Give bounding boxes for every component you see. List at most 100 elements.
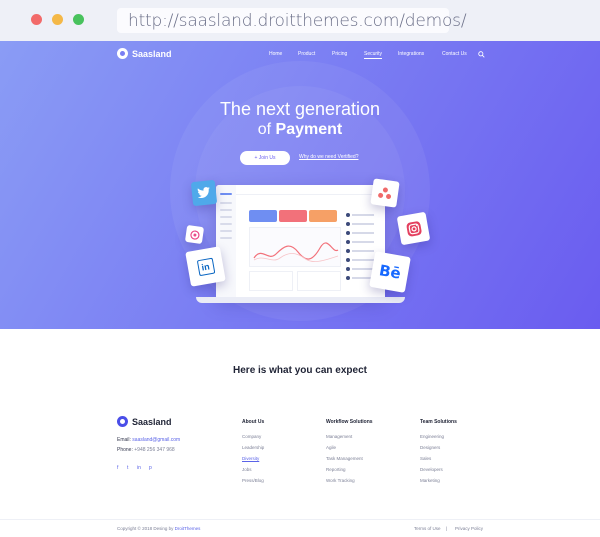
why-link[interactable]: Why do we need Vertified? bbox=[299, 154, 358, 160]
asana-icon bbox=[370, 178, 400, 208]
avatar bbox=[346, 267, 350, 271]
mockup-sidebar-line bbox=[220, 193, 232, 195]
mockup-sidebar-line bbox=[220, 223, 232, 225]
phone-label: Phone: bbox=[117, 447, 133, 453]
footer-logo-icon bbox=[117, 416, 128, 427]
browser-chrome: http://saasland.droitthemes.com/demos/ bbox=[0, 0, 600, 41]
behance-glyph: Bē bbox=[377, 261, 403, 283]
mockup-list-row bbox=[346, 231, 381, 236]
mockup-sidebar-line bbox=[220, 202, 232, 204]
maximize-window-dot[interactable] bbox=[73, 14, 84, 25]
mockup-stat-card bbox=[279, 210, 307, 222]
copyright-prefix: Copyright © 2018 Desing by bbox=[117, 526, 174, 531]
mockup-stat-card bbox=[249, 210, 277, 222]
copyright-brand-link[interactable]: DroitThemes bbox=[175, 526, 201, 531]
avatar bbox=[346, 222, 350, 226]
footer-col-team-title: Team Solutions bbox=[420, 419, 457, 425]
footer-col-about-title: About Us bbox=[242, 419, 265, 425]
pinterest-icon[interactable]: p bbox=[149, 465, 152, 471]
twitter-footer-icon[interactable]: t bbox=[127, 465, 128, 471]
mockup-mini-panel bbox=[297, 271, 341, 291]
legal-separator: | bbox=[446, 526, 448, 531]
phone-value: +948 256 347 968 bbox=[134, 447, 175, 453]
mockup-list-line bbox=[352, 214, 374, 216]
main-nav: Home Product Pricing Security Integratio… bbox=[0, 51, 600, 61]
avatar bbox=[346, 240, 350, 244]
linkedin-glyph: in bbox=[196, 257, 215, 276]
footer-link-company[interactable]: Company bbox=[242, 434, 261, 439]
mockup-list-row bbox=[346, 240, 381, 245]
footer-link-agile[interactable]: Agile bbox=[326, 445, 336, 450]
footer-brand-name: Saasland bbox=[132, 416, 172, 427]
footer-link-designers[interactable]: Designers bbox=[420, 445, 440, 450]
mockup-chart-graphic bbox=[253, 242, 339, 262]
hero-title-prefix: of bbox=[257, 121, 272, 138]
mockup-sidebar-line bbox=[220, 230, 232, 232]
mockup-sidebar-line bbox=[220, 237, 232, 239]
privacy-link[interactable]: Privacy Policy bbox=[455, 526, 483, 531]
facebook-icon[interactable]: f bbox=[117, 465, 118, 471]
footer-email: Email: saasland@gmail.com bbox=[117, 437, 180, 443]
email-label: Email: bbox=[117, 437, 131, 443]
nav-home[interactable]: Home bbox=[269, 51, 282, 57]
nav-security[interactable]: Security bbox=[364, 51, 383, 59]
footer-link-leadership[interactable]: Leadership bbox=[242, 445, 264, 450]
footer-link-diversity[interactable]: Diversity bbox=[242, 456, 259, 461]
hero-title-line1: The next generation bbox=[219, 99, 381, 119]
close-window-dot[interactable] bbox=[31, 14, 42, 25]
footer-link-jobs[interactable]: Jobs bbox=[242, 467, 252, 472]
dashboard-mockup bbox=[216, 185, 385, 297]
nav-pricing[interactable]: Pricing bbox=[332, 51, 347, 57]
mockup-list-line bbox=[352, 259, 374, 261]
nav-integrations[interactable]: Integrations bbox=[398, 51, 424, 57]
behance-icon: Bē bbox=[369, 251, 411, 293]
mockup-list-row bbox=[346, 213, 381, 218]
url-text: http://saasland.droitthemes.com/demos/ bbox=[128, 11, 467, 31]
footer-link-marketing[interactable]: Marketing bbox=[420, 478, 440, 483]
footer-link-press-blog[interactable]: Press/Blog bbox=[242, 478, 264, 483]
terms-link[interactable]: Terms of Use bbox=[414, 526, 441, 531]
mockup-list-line bbox=[352, 250, 374, 252]
avatar bbox=[346, 231, 350, 235]
mockup-list-line bbox=[352, 268, 374, 270]
address-bar[interactable]: http://saasland.droitthemes.com/demos/ bbox=[117, 8, 467, 33]
instagram-icon bbox=[396, 211, 431, 246]
linkedin-footer-icon[interactable]: in bbox=[137, 465, 141, 471]
mockup-stat-card bbox=[309, 210, 337, 222]
twitter-icon bbox=[190, 179, 218, 207]
email-link[interactable]: saasland@gmail.com bbox=[132, 437, 180, 443]
footer-brand-logo[interactable]: Saasland bbox=[117, 416, 172, 427]
footer-link-sales[interactable]: Sales bbox=[420, 456, 431, 461]
footer-phone: Phone: +948 256 347 968 bbox=[117, 447, 175, 453]
mockup-mini-panel bbox=[249, 271, 293, 291]
search-icon[interactable] bbox=[478, 51, 485, 58]
join-us-button[interactable]: + Join Us bbox=[240, 151, 290, 165]
footer-divider bbox=[0, 519, 600, 520]
footer-link-management[interactable]: Management bbox=[326, 434, 352, 439]
linkedin-icon: in bbox=[185, 246, 226, 287]
footer-col-workflow-title: Workflow Solutions bbox=[326, 419, 373, 425]
copyright-text: Copyright © 2018 Desing by DroitThemes bbox=[117, 526, 200, 531]
minimize-window-dot[interactable] bbox=[52, 14, 63, 25]
avatar bbox=[346, 276, 350, 280]
mockup-list-line bbox=[352, 241, 374, 243]
footer-link-work-tracking[interactable]: Work Tracking bbox=[326, 478, 355, 483]
mockup-list-row bbox=[346, 222, 381, 227]
nav-contact-us[interactable]: Contact Us bbox=[442, 51, 467, 57]
footer-link-engineering[interactable]: Engineering bbox=[420, 434, 444, 439]
laptop-base bbox=[196, 297, 405, 303]
mockup-header bbox=[236, 185, 385, 195]
avatar bbox=[346, 258, 350, 262]
avatar bbox=[346, 213, 350, 217]
footer-link-developers[interactable]: Developers bbox=[420, 467, 443, 472]
nav-product[interactable]: Product bbox=[298, 51, 315, 57]
mockup-sidebar-line bbox=[220, 209, 232, 211]
expect-heading: Here is what you can expect bbox=[233, 365, 367, 376]
dribbble-icon bbox=[184, 224, 205, 245]
hero-title-line2: of Payment bbox=[0, 121, 600, 139]
mockup-list-line bbox=[352, 232, 374, 234]
mockup-list-line bbox=[352, 223, 374, 225]
footer-link-reporting[interactable]: Reporting bbox=[326, 467, 346, 472]
avatar bbox=[346, 249, 350, 253]
footer-link-task-management[interactable]: Task Management bbox=[326, 456, 363, 461]
